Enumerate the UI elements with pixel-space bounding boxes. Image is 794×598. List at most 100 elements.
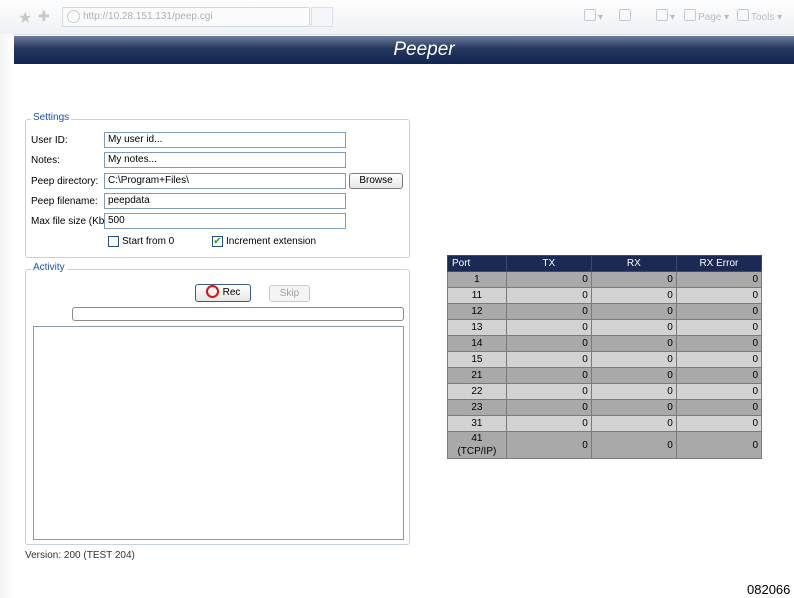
rx-cell: 0 (590, 271, 677, 288)
rx-error-cell: 0 (675, 431, 763, 459)
home-icon[interactable]: ▾ (584, 9, 603, 23)
table-row: 14 0 0 0 (447, 335, 763, 352)
activity-legend: Activity (31, 262, 67, 273)
rx-cell: 0 (590, 303, 677, 320)
max-file-size-label: Max file size (Kb): (31, 216, 111, 227)
table-row: 1000 (447, 271, 763, 288)
browse-button[interactable]: Browse (349, 173, 403, 189)
table-row: 15 0 0 0 (447, 351, 763, 368)
table-header-row: Port TX RX RX Error (447, 255, 763, 272)
table-row: 31 0 0 0 (447, 415, 763, 432)
activity-log[interactable] (33, 326, 404, 540)
rx-cell: 0 (590, 399, 677, 416)
feeds-icon[interactable] (619, 9, 633, 23)
rx-error-cell: 0 (675, 303, 763, 320)
port-cell: 1 (447, 271, 507, 288)
version-text: Version: 200 (TEST 204) (25, 550, 135, 561)
page-icon (67, 10, 80, 23)
rec-button[interactable]: Rec (195, 284, 251, 302)
port-cell: 12 (447, 303, 507, 320)
record-icon (205, 285, 219, 298)
peep-filename-label: Peep filename: (31, 196, 98, 207)
notes-field[interactable]: My notes... (104, 152, 346, 168)
port-cell: 11 (447, 287, 507, 304)
table-row: 21 0 0 0 (447, 367, 763, 384)
tools-menu-label: Tools (751, 12, 775, 23)
max-file-size-field[interactable]: 500 (104, 213, 346, 229)
increment-extension-checkbox[interactable]: ✔ (212, 236, 223, 247)
page-menu-icon (684, 9, 696, 21)
page-menu-label: Page (698, 12, 722, 23)
port-cell: 41 (TCP/IP) (447, 431, 507, 459)
figure-id: 082066 (747, 582, 791, 597)
tx-cell: 0 (505, 351, 592, 368)
rx-column-header: RX (590, 255, 677, 272)
user-id-label: User ID: (31, 135, 68, 146)
rx-error-cell: 0 (675, 415, 763, 432)
rx-error-cell: 0 (675, 399, 763, 416)
port-stats-table: Port TX RX RX Error 1 0 0 0 11 0 0 0 12 0 0 0 13 0 0 0 1… (447, 255, 763, 459)
port-cell: 14 (447, 335, 507, 352)
port-cell: 22 (447, 383, 507, 400)
rx-cell: 0 (590, 335, 677, 352)
table-row: 12 0 0 0 (447, 303, 763, 320)
tx-cell: 0 (505, 319, 592, 336)
tools-menu[interactable]: Tools ▾ (737, 9, 782, 23)
tx-column-header: TX (505, 255, 592, 272)
rx-error-cell: 0 (675, 271, 763, 288)
table-row: 13 0 0 0 (447, 319, 763, 336)
skip-button[interactable]: Skip (269, 285, 310, 302)
window-edge (0, 34, 14, 598)
tx-cell: 0 (505, 399, 592, 416)
rec-button-label: Rec (222, 287, 241, 298)
port-cell: 13 (447, 319, 507, 336)
rx-cell: 0 (590, 431, 677, 459)
rx-error-cell: 0 (675, 335, 763, 352)
rx-error-column-header: RX Error (675, 255, 763, 272)
print-icon[interactable]: ▾ (656, 9, 675, 23)
table-row: 41 (TCP/IP) 0 0 0 (447, 431, 763, 459)
tx-cell: 0 (505, 335, 592, 352)
start-from-zero-checkbox[interactable] (108, 236, 119, 247)
address-url[interactable]: http://10.28.151.131/peep.cgi (83, 11, 213, 22)
table-row: 22 0 0 0 (447, 383, 763, 400)
notes-label: Notes: (31, 155, 60, 166)
table-row: 11 0 0 0 (447, 287, 763, 304)
address-bar[interactable]: http://10.28.151.131/peep.cgi (62, 7, 310, 27)
tx-cell: 0 (505, 367, 592, 384)
page-menu[interactable]: Page ▾ (684, 9, 729, 23)
tx-cell: 0 (505, 383, 592, 400)
user-id-field[interactable]: My user id... (104, 132, 346, 148)
increment-extension-label: Increment extension (226, 236, 317, 247)
port-cell: 31 (447, 415, 507, 432)
rx-cell: 0 (590, 383, 677, 400)
peep-directory-field[interactable]: C:\Program+Files\ (104, 173, 346, 189)
rx-error-cell: 0 (675, 351, 763, 368)
table-row: 23 0 0 0 (447, 399, 763, 416)
tx-cell: 0 (505, 303, 592, 320)
browser-toolbar: ★ ✚ http://10.28.151.131/peep.cgi ▾ ▾ Pa… (0, 0, 794, 35)
peep-filename-field[interactable]: peepdata (104, 193, 346, 209)
favorites-star-icon[interactable]: ★ (18, 8, 32, 28)
add-favorites-icon[interactable]: ✚ (38, 8, 50, 25)
tx-cell: 0 (505, 431, 592, 459)
port-cell: 23 (447, 399, 507, 416)
port-cell: 15 (447, 351, 507, 368)
rx-error-cell: 0 (675, 383, 763, 400)
port-cell: 21 (447, 367, 507, 384)
port-column-header: Port (447, 255, 507, 272)
tools-menu-icon (737, 9, 749, 21)
rx-error-cell: 0 (675, 287, 763, 304)
rx-error-cell: 0 (675, 319, 763, 336)
rx-cell: 0 (590, 287, 677, 304)
rx-cell: 0 (590, 351, 677, 368)
start-from-zero-label: Start from 0 (122, 236, 175, 247)
rx-error-cell: 0 (675, 367, 763, 384)
app-title: Peeper (393, 39, 455, 60)
new-tab-button[interactable] (311, 7, 333, 27)
tx-cell: 0 (505, 271, 592, 288)
rx-cell: 0 (590, 367, 677, 384)
tx-cell: 0 (505, 287, 592, 304)
peep-directory-label: Peep directory: (31, 176, 99, 187)
settings-legend: Settings (31, 112, 72, 123)
